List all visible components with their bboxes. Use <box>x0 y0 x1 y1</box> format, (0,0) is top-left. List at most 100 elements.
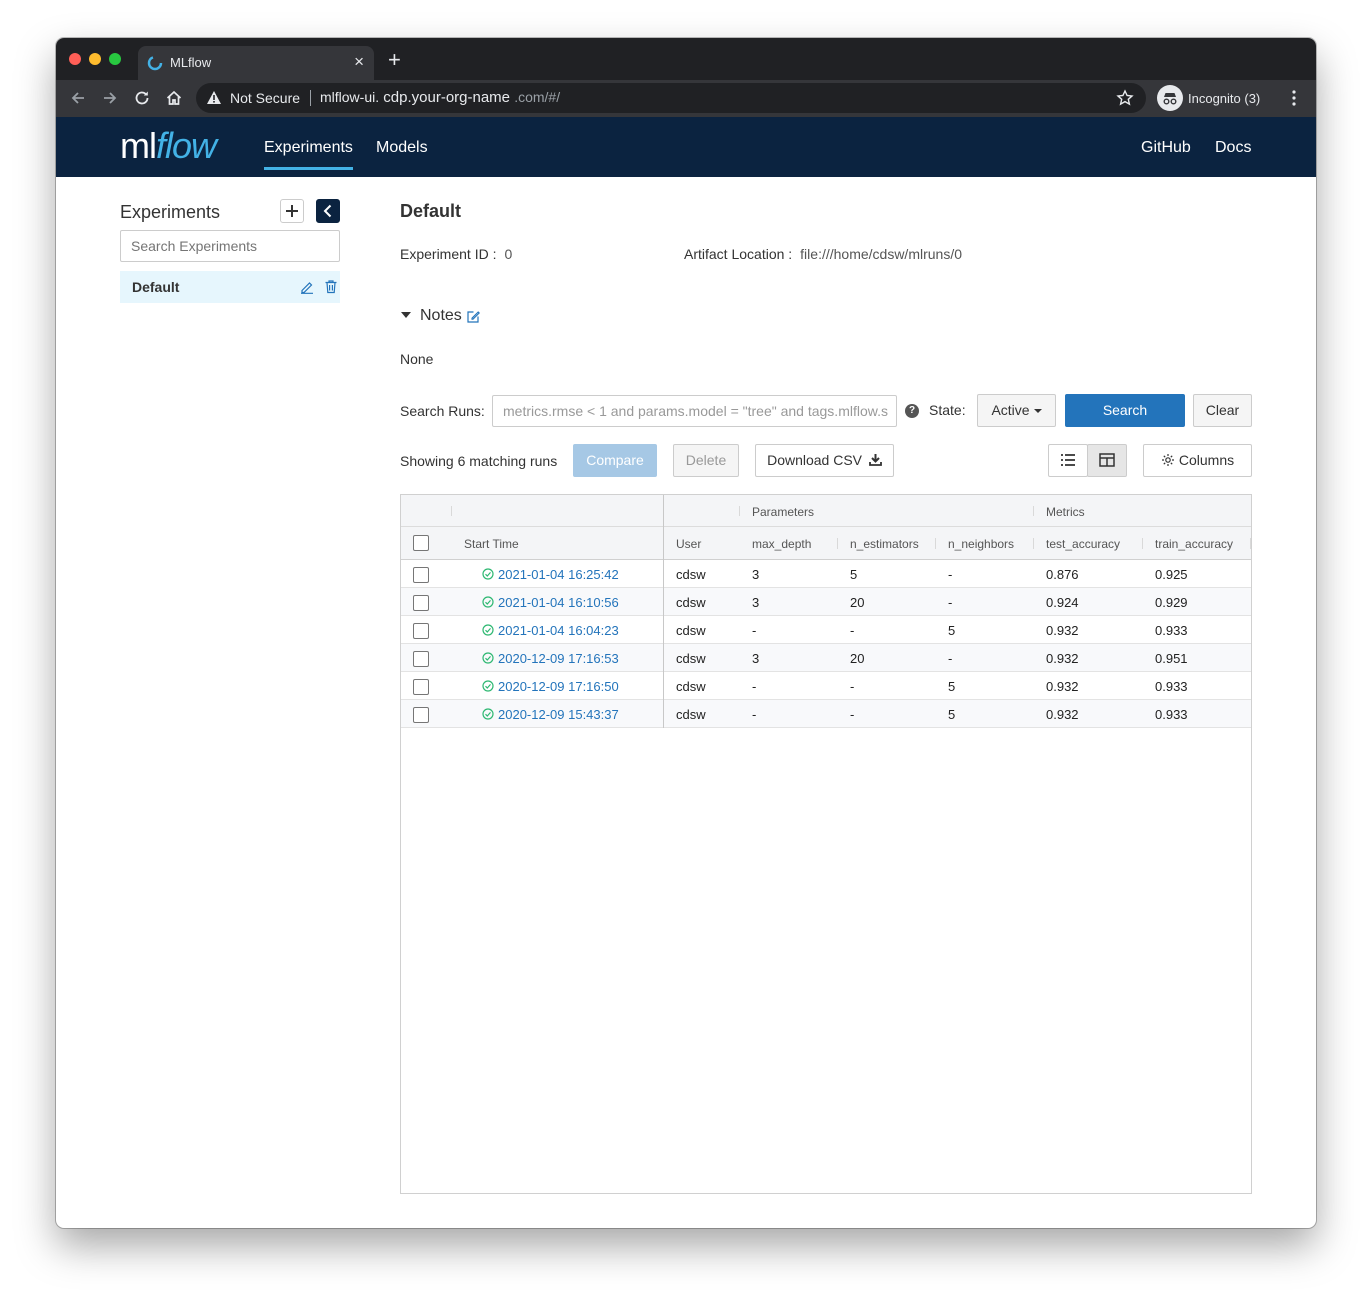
run-start-time-link[interactable]: 2021-01-04 16:10:56 <box>498 595 619 610</box>
run-start-time-link[interactable]: 2021-01-04 16:04:23 <box>498 623 619 638</box>
delete-button[interactable]: Delete <box>673 444 739 477</box>
compare-button[interactable]: Compare <box>573 444 657 477</box>
cell-max-depth: - <box>752 707 757 722</box>
row-checkbox[interactable] <box>413 679 429 695</box>
success-check-icon <box>482 652 494 664</box>
new-tab-button[interactable]: + <box>388 49 401 71</box>
table-row[interactable]: 2020-12-09 17:16:50 cdsw - - 5 0.932 0.9… <box>401 672 1251 700</box>
column-header-n-neighbors[interactable]: n_neighbors <box>948 537 1014 551</box>
table-row[interactable]: 2021-01-04 16:04:23 cdsw - - 5 0.932 0.9… <box>401 616 1251 644</box>
metrics-group-header: Metrics <box>1046 505 1085 519</box>
column-divider <box>1033 538 1034 549</box>
cell-max-depth: 3 <box>752 651 760 666</box>
close-window-button[interactable] <box>69 53 81 65</box>
row-checkbox[interactable] <box>413 595 429 611</box>
cell-user: cdsw <box>676 707 706 722</box>
browser-tab[interactable]: MLflow × <box>138 46 374 80</box>
run-start-time-link[interactable]: 2020-12-09 17:16:50 <box>498 679 619 694</box>
artifact-location-label: Artifact Location : <box>684 246 793 262</box>
table-icon <box>1099 453 1115 467</box>
download-csv-button[interactable]: Download CSV <box>755 444 894 477</box>
cell-n-neighbors: 5 <box>948 623 956 638</box>
row-checkbox[interactable] <box>413 623 429 639</box>
add-experiment-button[interactable] <box>280 199 304 223</box>
edit-notes-icon[interactable] <box>467 310 480 323</box>
home-icon[interactable] <box>164 88 184 108</box>
grid-view-button[interactable] <box>1087 444 1127 477</box>
page-title: Default <box>400 201 462 221</box>
column-header-test-accuracy[interactable]: test_accuracy <box>1046 537 1120 551</box>
column-divider <box>451 506 452 516</box>
cell-train-accuracy: 0.933 <box>1155 623 1188 638</box>
cell-n-estimators: 20 <box>850 595 865 610</box>
browser-tab-bar: MLflow × + <box>56 38 1316 80</box>
trash-icon[interactable] <box>324 279 338 294</box>
mlflow-logo[interactable]: mlflow <box>120 125 217 169</box>
search-button[interactable]: Search <box>1065 394 1185 427</box>
list-view-button[interactable] <box>1048 444 1088 477</box>
column-header-max-depth[interactable]: max_depth <box>752 537 811 551</box>
run-start-time-link[interactable]: 2020-12-09 17:16:53 <box>498 651 619 666</box>
reload-icon[interactable] <box>132 88 152 108</box>
clear-button[interactable]: Clear <box>1193 394 1252 427</box>
column-header-train-accuracy[interactable]: train_accuracy <box>1155 537 1233 551</box>
download-icon <box>869 454 882 466</box>
sidebar-item-default[interactable]: Default <box>120 271 340 303</box>
column-header-n-estimators[interactable]: n_estimators <box>850 537 919 551</box>
nav-github[interactable]: GitHub <box>1141 139 1191 157</box>
cell-n-estimators: - <box>850 679 855 694</box>
browser-menu-icon[interactable] <box>1288 89 1300 107</box>
run-start-time-link[interactable]: 2020-12-09 15:43:37 <box>498 707 619 722</box>
cell-train-accuracy: 0.933 <box>1155 707 1188 722</box>
row-checkbox[interactable] <box>413 707 429 723</box>
search-experiments-input[interactable] <box>120 230 340 262</box>
row-checkbox[interactable] <box>413 567 429 583</box>
incognito-label[interactable]: Incognito (3) <box>1188 91 1260 106</box>
back-arrow-icon[interactable] <box>68 88 88 108</box>
state-dropdown[interactable]: Active <box>977 394 1056 427</box>
table-row[interactable]: 2020-12-09 15:43:37 cdsw - - 5 0.932 0.9… <box>401 700 1251 728</box>
state-value: Active <box>991 402 1030 418</box>
columns-button[interactable]: Columns <box>1143 444 1252 477</box>
bookmark-star-icon[interactable] <box>1116 89 1134 107</box>
tab-close-icon[interactable]: × <box>354 52 364 72</box>
help-icon[interactable]: ? <box>905 404 919 418</box>
cell-user: cdsw <box>676 623 706 638</box>
security-label: Not Secure <box>230 90 301 106</box>
column-header-start-time[interactable]: Start Time <box>464 537 519 551</box>
app-header: mlflow Experiments Models GitHub Docs <box>56 117 1316 177</box>
cell-n-neighbors: 5 <box>948 679 956 694</box>
collapse-sidebar-button[interactable] <box>316 199 340 223</box>
search-runs-label: Search Runs: <box>400 403 485 419</box>
caret-down-icon[interactable] <box>401 312 411 318</box>
forward-arrow-icon[interactable] <box>100 88 120 108</box>
maximize-window-button[interactable] <box>109 53 121 65</box>
url-text: mlflow-ui. cdp.your-org-name .com/#/ <box>320 89 561 106</box>
minimize-window-button[interactable] <box>89 53 101 65</box>
cell-n-neighbors: - <box>948 567 953 582</box>
cell-n-neighbors: 5 <box>948 707 956 722</box>
select-all-checkbox[interactable] <box>413 535 429 551</box>
success-check-icon <box>482 596 494 608</box>
column-divider <box>837 538 838 549</box>
address-bar[interactable]: Not Secure mlflow-ui. cdp.your-org-name … <box>196 83 1146 113</box>
notes-label[interactable]: Notes <box>420 307 462 325</box>
artifact-location: Artifact Location : file:///home/cdsw/mlr… <box>684 246 962 262</box>
column-header-user[interactable]: User <box>676 537 701 551</box>
column-divider <box>1250 538 1251 549</box>
nav-models[interactable]: Models <box>376 139 428 157</box>
column-group-header: Parameters Metrics <box>401 495 1251 527</box>
table-row[interactable]: 2021-01-04 16:25:42 cdsw 3 5 - 0.876 0.9… <box>401 560 1251 588</box>
cell-test-accuracy: 0.932 <box>1046 623 1079 638</box>
nav-docs[interactable]: Docs <box>1215 139 1251 157</box>
edit-icon[interactable] <box>300 279 314 294</box>
table-row[interactable]: 2021-01-04 16:10:56 cdsw 3 20 - 0.924 0.… <box>401 588 1251 616</box>
row-checkbox[interactable] <box>413 651 429 667</box>
nav-experiments[interactable]: Experiments <box>264 139 353 170</box>
search-runs-input[interactable]: metrics.rmse < 1 and params.model = "tre… <box>492 395 897 427</box>
run-start-time-link[interactable]: 2021-01-04 16:25:42 <box>498 567 619 582</box>
table-row[interactable]: 2020-12-09 17:16:53 cdsw 3 20 - 0.932 0.… <box>401 644 1251 672</box>
cell-user: cdsw <box>676 567 706 582</box>
incognito-icon[interactable] <box>1157 85 1183 111</box>
column-divider <box>935 538 936 549</box>
